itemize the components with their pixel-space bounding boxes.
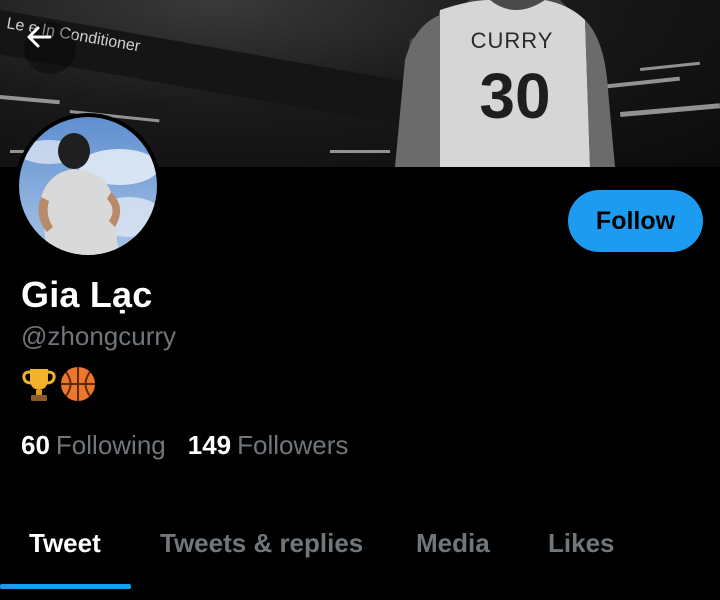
following-label: Following — [55, 430, 166, 460]
profile-handle: @zhongcurry — [21, 321, 177, 351]
avatar[interactable] — [15, 113, 161, 259]
profile-name: Gia Lạc — [21, 274, 153, 315]
tab-tweets-and-replies[interactable]: Tweets & replies — [160, 528, 363, 559]
following-stat[interactable]: 60 Following — [21, 430, 166, 461]
followers-stat[interactable]: 149 Followers — [188, 430, 349, 461]
following-count: 60 — [21, 430, 50, 460]
follow-button[interactable]: Follow — [568, 190, 703, 252]
profile-tabs: Tweet Tweets & replies Media Likes — [0, 510, 720, 590]
active-tab-indicator — [0, 584, 131, 589]
profile-stats: 60 Following 149 Followers — [21, 430, 348, 461]
jersey-name-text: CURRY — [471, 28, 554, 53]
back-button[interactable] — [24, 22, 76, 74]
tab-tweet[interactable]: Tweet — [29, 528, 101, 559]
profile-bio: 🏆 🏀 — [21, 364, 97, 404]
avatar-image — [19, 117, 157, 255]
followers-label: Followers — [237, 430, 349, 460]
trophy-icon — [22, 369, 56, 401]
basketball-icon — [61, 367, 95, 401]
followers-count: 149 — [187, 430, 232, 460]
tab-media[interactable]: Media — [416, 528, 490, 559]
arrow-left-icon — [27, 26, 52, 48]
tab-likes[interactable]: Likes — [548, 528, 615, 559]
jersey-number-text: 30 — [479, 60, 550, 132]
